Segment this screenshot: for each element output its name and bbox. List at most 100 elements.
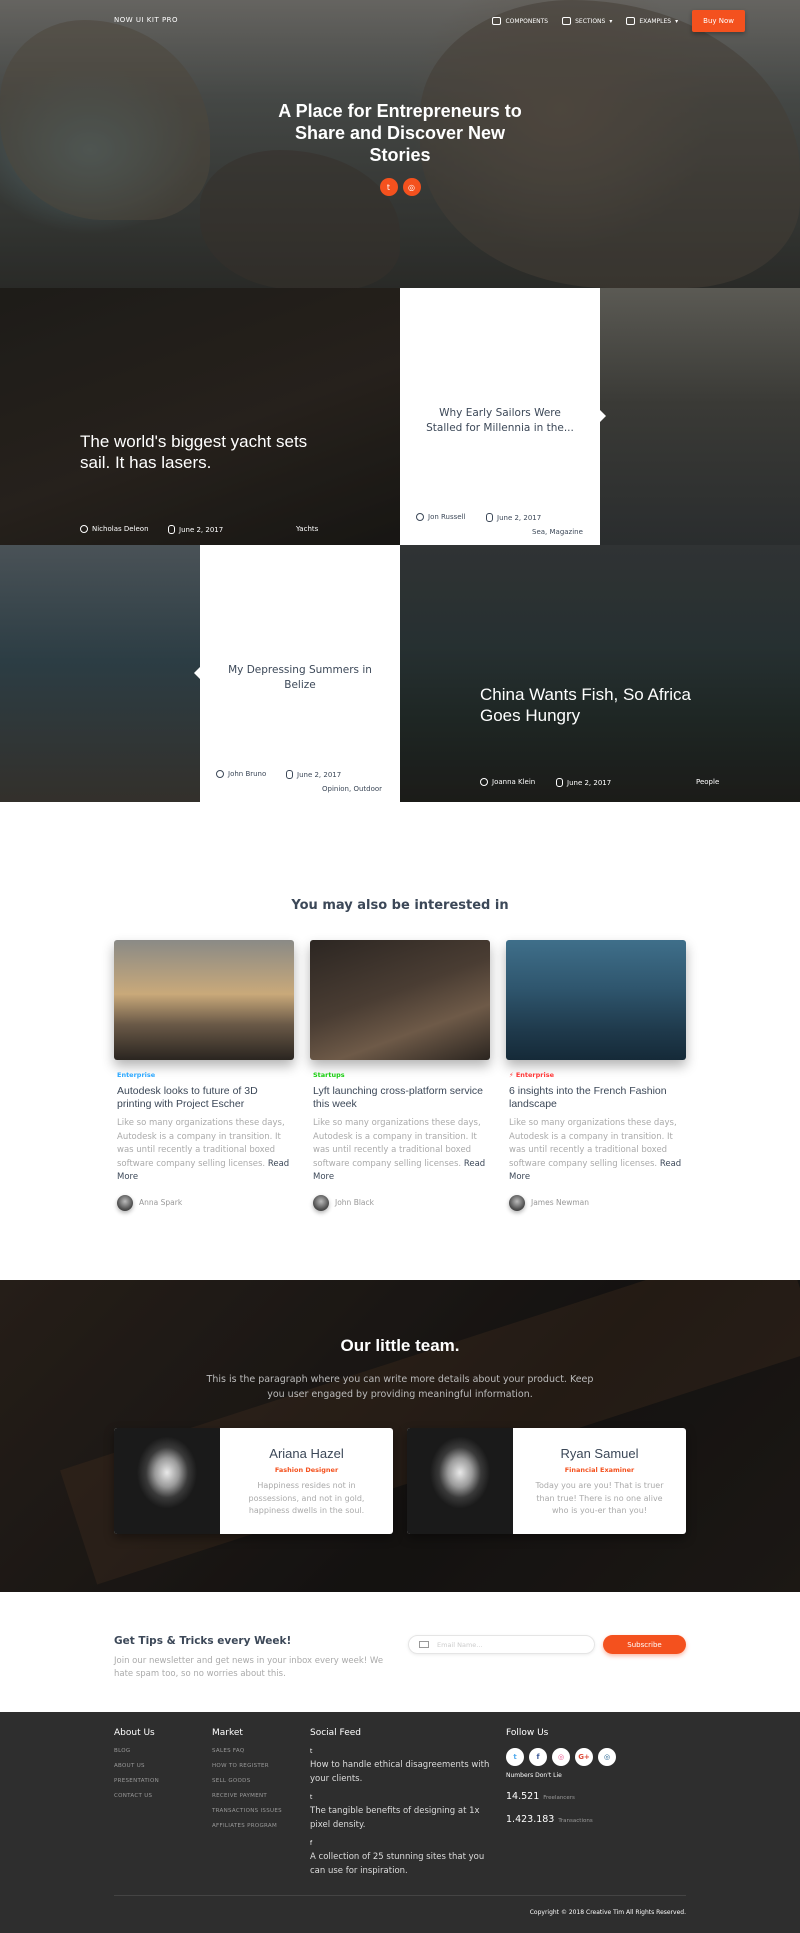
email-field[interactable]: Email Name... (408, 1635, 595, 1654)
footer-link-register[interactable]: HOW TO REGISTER (212, 1763, 282, 1769)
story-date: June 2, 2017 (556, 778, 611, 787)
story-tags: Yachts (296, 525, 319, 533)
card-author: James Newman (509, 1194, 686, 1211)
story-card-china[interactable]: China Wants Fish, So Africa Goes Hungry … (400, 545, 800, 802)
user-icon (416, 513, 424, 521)
team-paragraph: This is the paragraph where you can writ… (206, 1374, 594, 1400)
story-card-sailors[interactable]: Why Early Sailors Were Stalled for Mille… (400, 288, 606, 545)
user-icon (80, 525, 88, 533)
mail-icon (419, 1641, 429, 1648)
nav-components-label: COMPONENTS (505, 17, 549, 25)
buy-now-button[interactable]: Buy Now (692, 10, 745, 32)
member-quote: Happiness resides not in possessions, an… (248, 1481, 365, 1515)
feed-text: A collection of 25 stunning sites that y… (310, 1852, 485, 1876)
footer-link-blog[interactable]: BLOG (114, 1748, 159, 1754)
sections-icon (562, 17, 572, 25)
story-tags: Sea, Magazine (532, 528, 583, 536)
feed-text: The tangible benefits of designing at 1x… (310, 1806, 480, 1830)
footer-link-presentation[interactable]: PRESENTATION (114, 1778, 159, 1784)
story-card-belize[interactable]: My Depressing Summers in Belize John Bru… (194, 545, 400, 802)
chevron-down-icon: ▾ (675, 17, 679, 25)
stat-transactions: 1.423.183 Transactions (506, 1814, 593, 1825)
card-category: Startups (313, 1071, 345, 1079)
footer-link-receive-payment[interactable]: RECEIVE PAYMENT (212, 1793, 282, 1799)
navbar: NOW UI KIT PRO COMPONENTS SECTIONS ▾ EXAM… (0, 0, 800, 42)
instagram-icon[interactable]: ◎ (402, 178, 421, 196)
footer-link-sell-goods[interactable]: SELL GOODS (212, 1778, 282, 1784)
clock-icon (556, 778, 563, 787)
twitter-icon: t (310, 1794, 313, 1801)
email-placeholder: Email Name... (437, 1640, 483, 1649)
facebook-icon[interactable]: f (529, 1748, 547, 1766)
dribbble-icon[interactable]: ◎ (552, 1748, 570, 1766)
footer-link-transactions[interactable]: TRANSACTIONS ISSUES (212, 1808, 282, 1814)
card-description: Like so many organizations these days, A… (313, 1118, 486, 1182)
hero-social: t ◎ (0, 178, 800, 196)
member-name: Ariana Hazel (269, 1446, 344, 1461)
copyright: Copyright © 2018 Creative Tim All Rights… (529, 1909, 686, 1916)
numbers-heading: Numbers Don't Lie (506, 1772, 562, 1779)
card-author: John Black (313, 1194, 490, 1211)
card-title[interactable]: Lyft launching cross-platform service th… (313, 1085, 487, 1111)
card-title[interactable]: Autodesk looks to future of 3D printing … (117, 1085, 291, 1111)
instagram-icon[interactable]: ◎ (598, 1748, 616, 1766)
nav-sections[interactable]: SECTIONS ▾ (562, 17, 612, 25)
clock-icon (168, 525, 175, 534)
card-category: ⚡ Enterprise (509, 1071, 554, 1079)
story-card-yacht[interactable]: The world's biggest yacht sets sail. It … (0, 288, 400, 545)
nav-examples[interactable]: EXAMPLES ▾ (626, 17, 678, 25)
twitter-icon[interactable]: t (379, 178, 398, 196)
related-card[interactable]: Startups Lyft launching cross-platform s… (310, 940, 490, 1211)
user-icon (216, 770, 224, 778)
card-image[interactable] (506, 940, 686, 1060)
components-icon (492, 17, 502, 25)
feed-item[interactable]: t How to handle ethical disagreements wit… (310, 1748, 490, 1786)
member-photo (407, 1428, 513, 1534)
subscribe-button[interactable]: Subscribe (603, 1635, 686, 1654)
story-tags: People (696, 778, 720, 786)
footer-link-sales-faq[interactable]: SALES FAQ (212, 1748, 282, 1754)
team-member-card[interactable]: Ryan Samuel Financial Examiner Today you… (407, 1428, 686, 1534)
footer-market: Market SALES FAQ HOW TO REGISTER SELL GO… (212, 1728, 282, 1838)
footer-about: About Us BLOG ABOUT US PRESENTATION CONT… (114, 1728, 159, 1808)
clock-icon (486, 513, 493, 522)
footer-link-contact[interactable]: CONTACT US (114, 1793, 159, 1799)
facebook-icon: f (310, 1840, 313, 1847)
feed-item[interactable]: t The tangible benefits of designing at 1… (310, 1794, 490, 1832)
card-description: Like so many organizations these days, A… (509, 1118, 682, 1182)
story-image-boat (600, 288, 800, 545)
footer-follow: Follow Us t f ◎ G+ ◎ Numbers Don't Lie 1… (506, 1728, 616, 1837)
story-title[interactable]: Why Early Sailors Were Stalled for Mille… (420, 406, 580, 436)
avatar (117, 1194, 133, 1211)
story-date: June 2, 2017 (486, 513, 541, 522)
related-card[interactable]: Enterprise Autodesk looks to future of 3… (114, 940, 294, 1211)
newsletter-heading: Get Tips & Tricks every Week! (114, 1635, 292, 1647)
card-title[interactable]: 6 insights into the French Fashion lands… (509, 1085, 683, 1111)
story-title[interactable]: China Wants Fish, So Africa Goes Hungry (480, 684, 720, 726)
card-image[interactable] (114, 940, 294, 1060)
footer-link-affiliates[interactable]: AFFILIATES PROGRAM (212, 1823, 282, 1829)
clock-icon (286, 770, 293, 779)
story-title[interactable]: The world's biggest yacht sets sail. It … (80, 431, 320, 473)
member-photo (114, 1428, 220, 1534)
team-heading: Our little team. (340, 1336, 460, 1355)
twitter-icon[interactable]: t (506, 1748, 524, 1766)
user-icon (480, 778, 488, 786)
team-member-card[interactable]: Ariana Hazel Fashion Designer Happiness … (114, 1428, 393, 1534)
brand-logo[interactable]: NOW UI KIT PRO (114, 16, 178, 24)
avatar (313, 1194, 329, 1211)
footer-link-about[interactable]: ABOUT US (114, 1763, 159, 1769)
section-heading: You may also be interested in (291, 898, 509, 913)
google-plus-icon[interactable]: G+ (575, 1748, 593, 1766)
story-author: John Bruno (216, 770, 266, 778)
story-title[interactable]: My Depressing Summers in Belize (220, 663, 380, 693)
nav-components[interactable]: COMPONENTS (492, 17, 548, 25)
team-section: Our little team. This is the paragraph w… (0, 1280, 800, 1592)
story-date: June 2, 2017 (286, 770, 341, 779)
related-card[interactable]: ⚡ Enterprise 6 insights into the French … (506, 940, 686, 1211)
feed-item[interactable]: f A collection of 25 stunning sites that … (310, 1840, 490, 1878)
member-role: Financial Examiner (564, 1466, 635, 1474)
avatar (509, 1194, 525, 1211)
hero-section: NOW UI KIT PRO COMPONENTS SECTIONS ▾ EXAM… (0, 0, 800, 288)
card-image[interactable] (310, 940, 490, 1060)
